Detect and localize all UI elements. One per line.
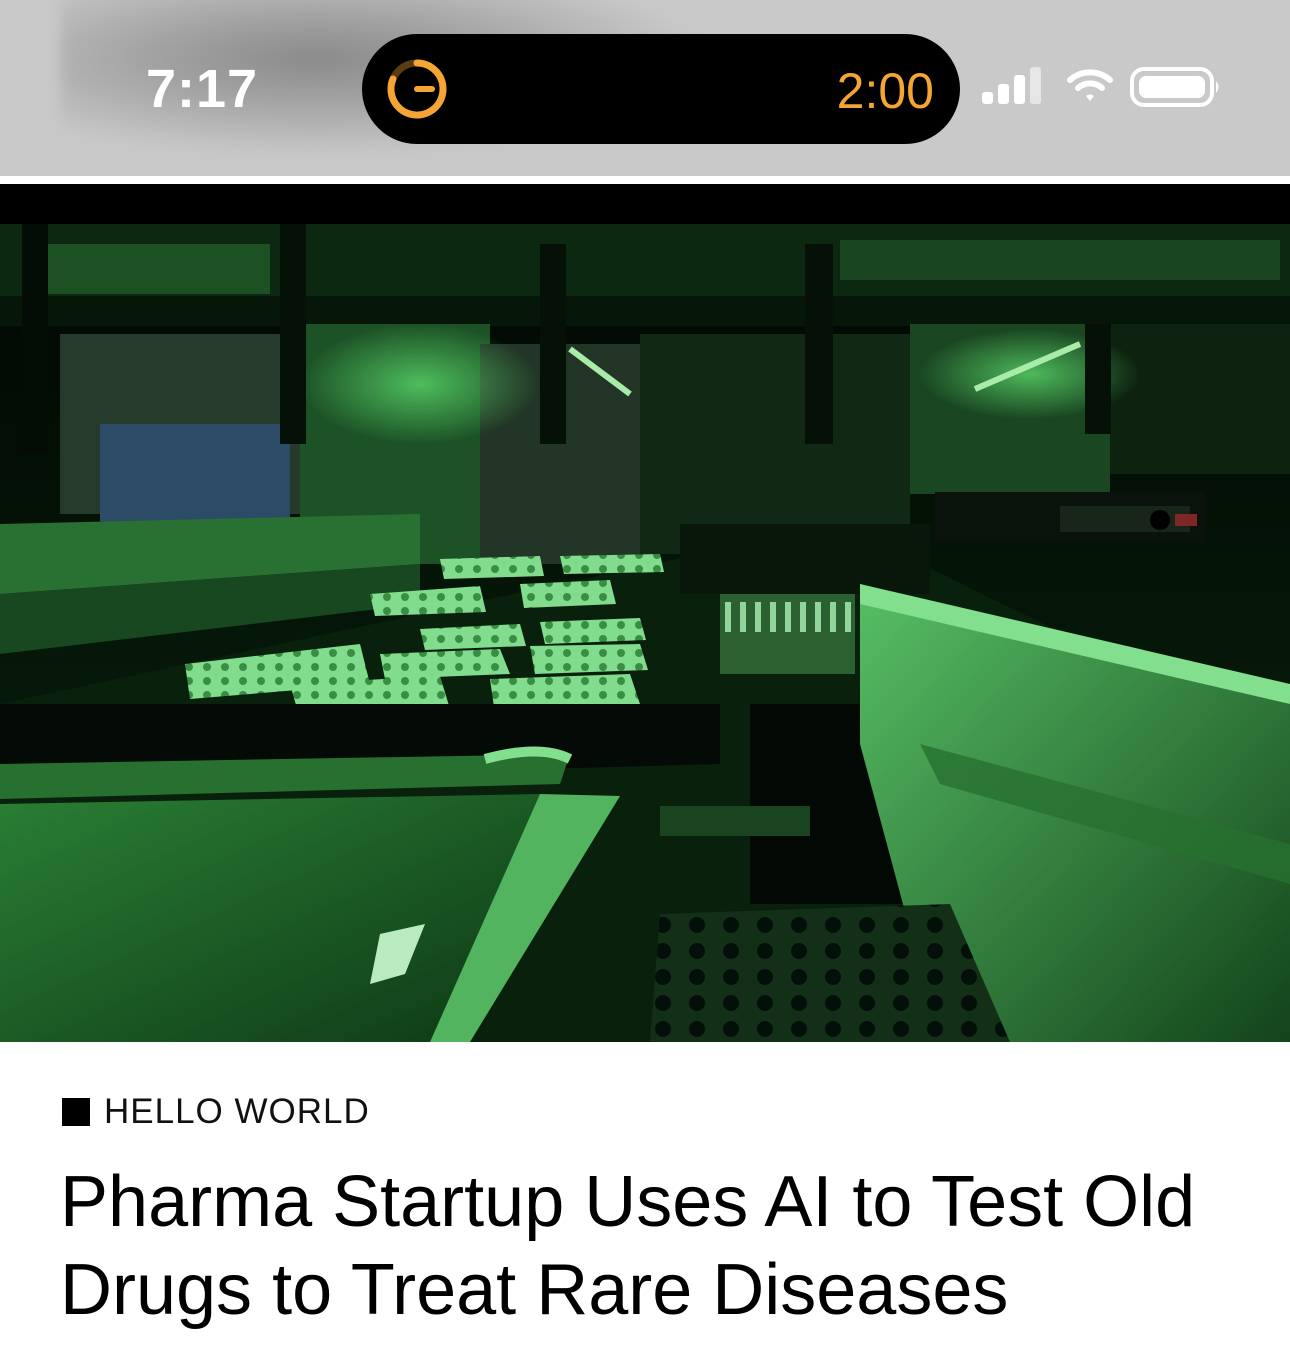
- article-kicker[interactable]: HELLO WORLD: [62, 1092, 370, 1132]
- status-time: 7:17: [146, 59, 259, 119]
- kicker-square-icon: [62, 1098, 90, 1126]
- dynamic-island-timer[interactable]: 2:00: [362, 34, 960, 144]
- timer-countdown: 2:00: [836, 63, 934, 119]
- status-divider: [0, 176, 1290, 184]
- kicker-label: HELLO WORLD: [104, 1092, 370, 1131]
- cellular-signal-icon: [982, 67, 1041, 104]
- timer-icon: [387, 59, 447, 119]
- hero-image[interactable]: [0, 184, 1290, 1042]
- lab-robotics-photo: [0, 184, 1290, 1042]
- status-bar: 7:17 2:00: [0, 0, 1290, 176]
- battery-icon: [1130, 67, 1219, 107]
- wifi-icon: [1067, 69, 1113, 101]
- article-headline[interactable]: Pharma Startup Uses AI to Test Old Drugs…: [60, 1158, 1250, 1334]
